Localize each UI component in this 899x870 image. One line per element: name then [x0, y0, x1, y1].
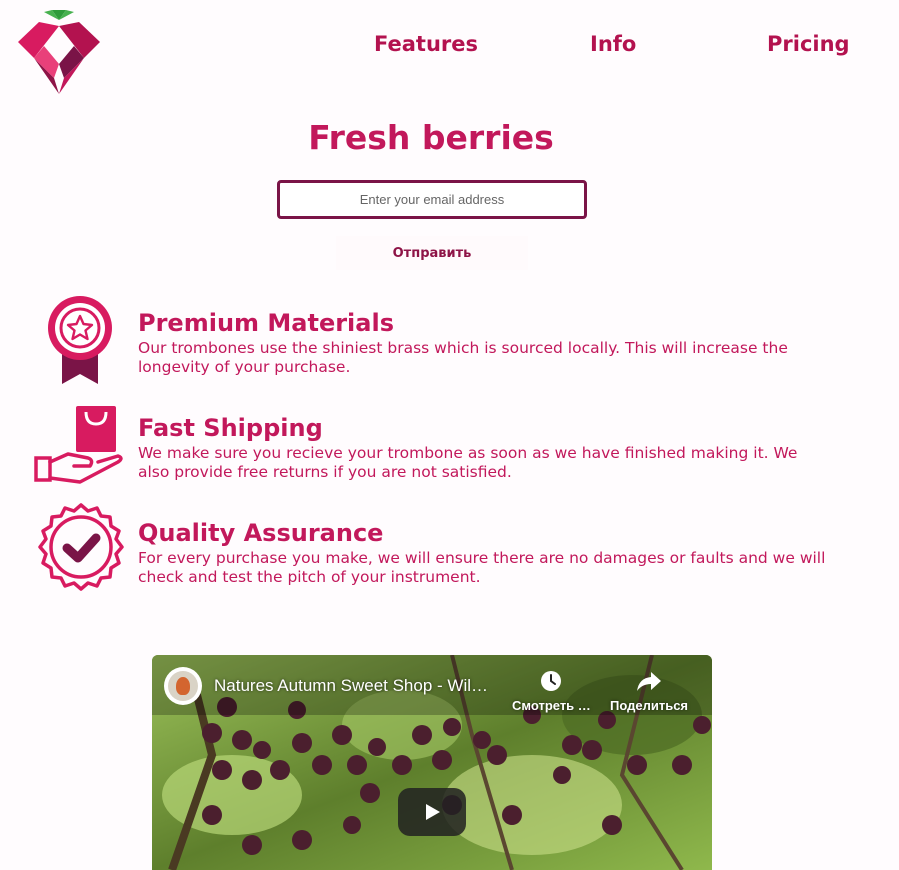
nav-link-features[interactable]: Features — [374, 32, 478, 56]
feature-title: Quality Assurance — [138, 519, 384, 547]
watch-later-button[interactable]: Смотреть … — [512, 669, 591, 713]
feature-description: We make sure you recieve your trombone a… — [138, 444, 798, 481]
main-nav: Features Info Pricing — [0, 32, 899, 62]
feature-title: Fast Shipping — [138, 414, 323, 442]
bird-icon — [176, 677, 190, 695]
nav-link-info[interactable]: Info — [590, 32, 636, 56]
channel-avatar[interactable] — [164, 667, 202, 705]
nav-link-pricing[interactable]: Pricing — [767, 32, 850, 56]
page-title: Fresh berries — [308, 118, 554, 157]
play-button[interactable] — [398, 788, 466, 836]
feature-title: Premium Materials — [138, 309, 394, 337]
award-ribbon-icon — [48, 296, 112, 384]
clock-icon — [541, 671, 562, 691]
watch-later-label: Смотреть … — [512, 698, 591, 713]
video-title[interactable]: Natures Autumn Sweet Shop - Wil… — [214, 676, 488, 696]
checkmark-seal-icon — [38, 503, 124, 591]
feature-description: For every purchase you make, we will ens… — [138, 549, 826, 586]
feature-description: Our trombones use the shiniest brass whi… — [138, 339, 788, 376]
shopping-bag-hand-icon — [34, 406, 123, 484]
submit-button[interactable]: Отправить — [336, 236, 528, 270]
play-icon — [426, 804, 440, 820]
share-arrow-icon — [637, 672, 662, 691]
share-button[interactable]: Поделиться — [610, 669, 688, 713]
embedded-video-player[interactable]: Natures Autumn Sweet Shop - Wil… Смотрет… — [152, 655, 712, 870]
email-field[interactable] — [277, 180, 587, 219]
share-label: Поделиться — [610, 698, 689, 713]
